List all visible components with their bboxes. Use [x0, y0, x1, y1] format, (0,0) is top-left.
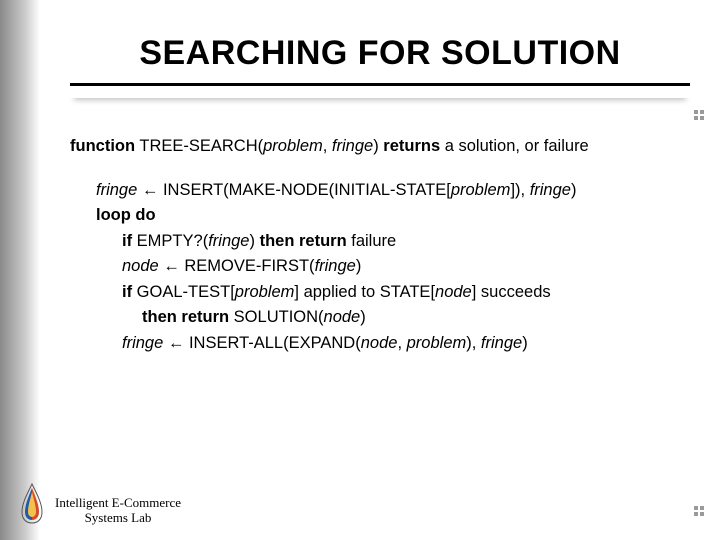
- text: ): [360, 308, 366, 326]
- algo-line-insert-all: fringe ← INSERT-ALL(EXPAND(node, problem…: [122, 331, 680, 357]
- arg-fringe: fringe: [332, 137, 373, 155]
- algo-line-empty-check: if EMPTY?(fringe) then return failure: [122, 229, 680, 255]
- kw-loop-do: loop do: [96, 206, 156, 224]
- var-node: node: [122, 257, 159, 275]
- text: a solution, or failure: [440, 137, 589, 155]
- var-node: node: [361, 334, 398, 352]
- text: TREE-SEARCH(: [135, 137, 263, 155]
- algo-line-return-solution: then return SOLUTION(node): [142, 305, 680, 331]
- lab-logo-icon: [16, 482, 48, 524]
- text: ]),: [510, 181, 529, 199]
- algo-line-goal-test: if GOAL-TEST[problem] applied to STATE[n…: [122, 280, 680, 306]
- slide-title: SEARCHING FOR SOLUTION: [80, 34, 680, 73]
- algorithm-body: function TREE-SEARCH(problem, fringe) re…: [70, 134, 680, 357]
- text: ): [249, 232, 259, 250]
- kw-if: if: [122, 283, 132, 301]
- kw-then-return: then return: [142, 308, 229, 326]
- text: ): [571, 181, 577, 199]
- text: failure: [347, 232, 397, 250]
- kw-then-return: then return: [260, 232, 347, 250]
- kw-if: if: [122, 232, 132, 250]
- text: INSERT-ALL(EXPAND(: [189, 334, 361, 352]
- text: ): [373, 137, 383, 155]
- text: SOLUTION(: [229, 308, 323, 326]
- text: INSERT(MAKE-NODE(INITIAL-STATE[: [163, 181, 451, 199]
- text: ] succeeds: [472, 283, 551, 301]
- var-problem: problem: [235, 283, 295, 301]
- text: ): [522, 334, 528, 352]
- algo-line-fringe-init: fringe ← INSERT(MAKE-NODE(INITIAL-STATE[…: [96, 178, 680, 204]
- algo-signature: function TREE-SEARCH(problem, fringe) re…: [70, 134, 680, 160]
- var-node: node: [324, 308, 361, 326]
- algo-line-remove-first: node ← REMOVE-FIRST(fringe): [122, 254, 680, 280]
- left-gradient-bar: [0, 0, 40, 540]
- var-fringe: fringe: [96, 181, 137, 199]
- arrow: ←: [159, 257, 185, 275]
- text: ),: [466, 334, 481, 352]
- slide-content: SEARCHING FOR SOLUTION function TREE-SEA…: [40, 0, 720, 540]
- corner-dots-icon: [694, 506, 710, 522]
- slide: SEARCHING FOR SOLUTION function TREE-SEA…: [0, 0, 720, 540]
- var-fringe: fringe: [481, 334, 522, 352]
- arrow: ←: [163, 334, 189, 352]
- text: ] applied to STATE[: [294, 283, 435, 301]
- kw-returns: returns: [383, 137, 440, 155]
- var-fringe: fringe: [530, 181, 571, 199]
- var-fringe: fringe: [208, 232, 249, 250]
- text: GOAL-TEST[: [132, 283, 235, 301]
- text: REMOVE-FIRST(: [184, 257, 314, 275]
- var-fringe: fringe: [315, 257, 356, 275]
- algo-line-loop: loop do: [96, 203, 680, 229]
- kw-function: function: [70, 137, 135, 155]
- footer-line1: Intelligent E-Commerce: [55, 496, 181, 511]
- footer-label: Intelligent E-Commerce Systems Lab: [55, 496, 181, 526]
- spacer: [70, 160, 680, 178]
- var-problem: problem: [407, 334, 467, 352]
- text: ): [356, 257, 362, 275]
- title-underline: [70, 83, 690, 98]
- corner-dots-icon: [694, 110, 710, 126]
- var-fringe: fringe: [122, 334, 163, 352]
- footer-line2: Systems Lab: [55, 511, 181, 526]
- var-node: node: [435, 283, 472, 301]
- text: ,: [397, 334, 406, 352]
- var-problem: problem: [451, 181, 511, 199]
- arg-problem: problem: [263, 137, 323, 155]
- arrow: ←: [137, 181, 163, 199]
- text: EMPTY?(: [132, 232, 208, 250]
- text: ,: [323, 137, 332, 155]
